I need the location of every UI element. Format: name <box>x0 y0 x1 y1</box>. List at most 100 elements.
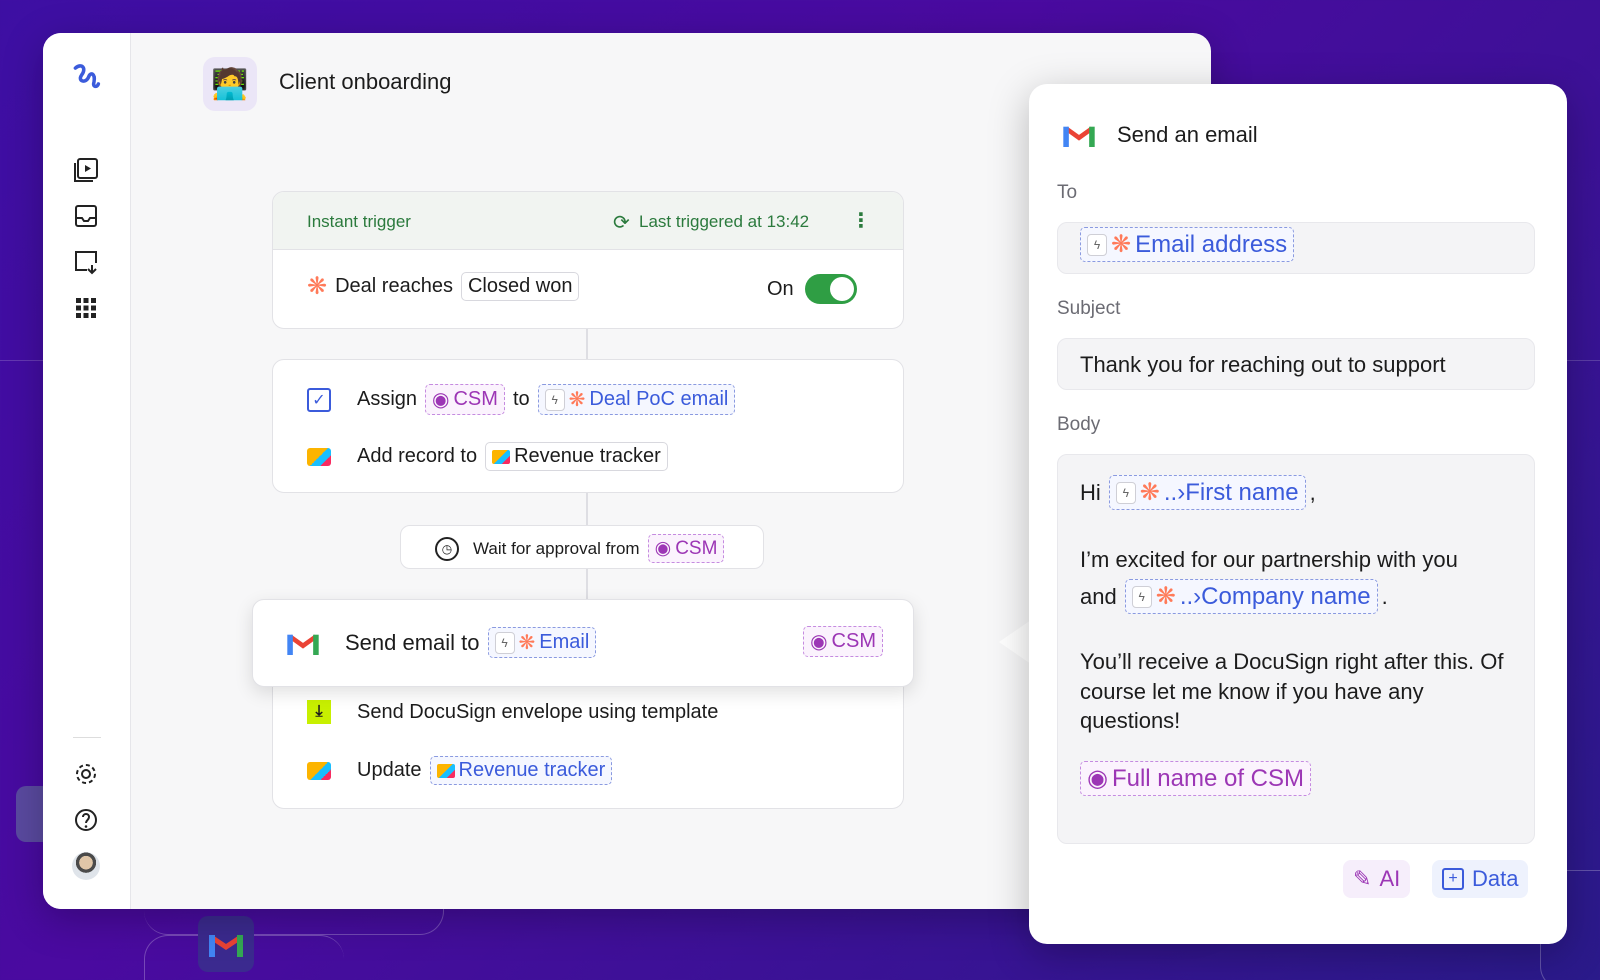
flow-connector <box>586 329 588 359</box>
data-button-label: Data <box>1472 866 1519 891</box>
page-title: Client onboarding <box>279 69 452 94</box>
send-email-text: Send email to <box>345 629 480 655</box>
refresh-icon: ⟳ <box>613 212 630 234</box>
actions-card[interactable]: ✓ Assign ◉ CSM to ϟ ❋ Deal PoC email Add re… <box>272 359 904 493</box>
flow-connector <box>586 493 588 525</box>
sidebar <box>43 33 131 909</box>
body-field[interactable]: Hi ϟ ❋ ..›First name , I’m excited for our… <box>1057 454 1535 844</box>
body-line-3: and ϟ ❋ ..›Company name . <box>1080 579 1388 614</box>
email-address-label: Email address <box>1135 230 1288 258</box>
media-library-icon[interactable] <box>71 155 101 185</box>
user-circle-icon: ◉ <box>1087 765 1108 792</box>
deal-poc-token[interactable]: ϟ ❋ Deal PoC email <box>537 384 736 415</box>
hubspot-icon: ❋ <box>1111 231 1132 258</box>
csm-token[interactable]: ◉ CSM <box>425 384 505 415</box>
inbox-icon[interactable] <box>71 201 101 231</box>
company-name-label: ..›Company name <box>1179 582 1371 610</box>
subject-label: Subject <box>1057 298 1121 319</box>
send-email-token[interactable]: ϟ ❋ Email <box>487 627 597 658</box>
user-avatar[interactable] <box>71 851 101 881</box>
csm-token-label: CSM <box>453 388 498 410</box>
docusign-text: Send DocuSign envelope using template <box>357 700 719 723</box>
first-name-token[interactable]: ϟ ❋ ..›First name <box>1108 475 1306 510</box>
bolt-icon: ϟ <box>494 631 515 654</box>
user-circle-icon: ◉ <box>432 389 450 411</box>
body-label: Body <box>1057 414 1101 435</box>
screen-share-icon[interactable] <box>71 247 101 277</box>
airtable-icon <box>492 449 511 464</box>
apps-grid-icon[interactable] <box>71 293 101 323</box>
panel-pointer <box>999 620 1031 664</box>
more-options-icon[interactable]: ⋮ <box>851 208 871 233</box>
airtable-icon <box>307 447 331 466</box>
update-revenue-token[interactable]: Revenue tracker <box>429 756 613 785</box>
bolt-icon: ϟ <box>544 388 565 411</box>
trigger-label: Instant trigger <box>307 212 411 231</box>
revenue-tracker-token[interactable]: Revenue tracker <box>485 442 668 471</box>
user-circle-icon: ◉ <box>654 538 672 559</box>
csm-signature-token[interactable]: ◉ Full name of CSM <box>1080 761 1312 796</box>
body-line-1: Hi ϟ ❋ ..›First name , <box>1080 475 1316 510</box>
send-email-owner-token[interactable]: ◉ CSM <box>803 626 883 657</box>
data-button[interactable]: + Data <box>1432 860 1529 898</box>
email-address-token[interactable]: ϟ ❋ Email address <box>1080 227 1295 262</box>
plus-box-icon: + <box>1442 868 1464 890</box>
flow-connector <box>586 569 588 601</box>
download-icon: ⤓ <box>307 700 331 724</box>
gmail-icon <box>1063 126 1095 147</box>
to-field[interactable]: ϟ ❋ Email address <box>1057 222 1535 274</box>
hubspot-icon: ❋ <box>518 632 536 654</box>
bolt-icon: ϟ <box>1115 481 1136 504</box>
airtable-icon <box>307 761 331 780</box>
subject-value: Thank you for reaching out to support <box>1080 352 1446 377</box>
send-email-owner-label: CSM <box>831 630 876 652</box>
user-circle-icon: ◉ <box>810 631 828 653</box>
wait-for-approval-card[interactable]: ◷ Wait for approval from ◉ CSM <box>400 525 764 569</box>
body-paragraph: You’ll receive a DocuSign right after th… <box>1080 649 1504 734</box>
trigger-card[interactable]: Instant trigger ⟳ Last triggered at 13:4… <box>272 191 904 329</box>
trigger-toggle[interactable] <box>805 274 857 304</box>
update-revenue-label: Revenue tracker <box>458 759 606 781</box>
ai-button-label: AI <box>1379 866 1401 891</box>
bolt-icon: ϟ <box>1087 233 1107 256</box>
revenue-tracker-label: Revenue tracker <box>514 445 661 467</box>
trigger-text: Deal reaches <box>335 275 453 297</box>
workflow-avatar-icon: 🧑‍💻 <box>203 57 257 111</box>
ai-button[interactable]: ✎ AI <box>1343 860 1411 898</box>
bolt-icon: ϟ <box>1131 585 1152 608</box>
hubspot-icon: ❋ <box>1139 479 1160 506</box>
hubspot-icon: ❋ <box>307 273 328 300</box>
settings-gear-icon[interactable] <box>71 759 101 789</box>
panel-title: Send an email <box>1117 122 1258 147</box>
trigger-value-token[interactable]: Closed won <box>460 272 580 301</box>
send-email-card[interactable]: Send email to ϟ ❋ Email ◉ CSM <box>252 599 914 687</box>
to-label: To <box>1057 182 1078 203</box>
docusign-update-card[interactable]: ⤓ Send DocuSign envelope using template … <box>272 669 904 809</box>
help-icon[interactable] <box>71 805 101 835</box>
wait-csm-token[interactable]: ◉ CSM <box>647 534 725 563</box>
gmail-icon <box>287 634 319 655</box>
checkbox-icon: ✓ <box>307 387 331 412</box>
send-email-token-label: Email <box>539 631 590 653</box>
and-word: and <box>1080 583 1117 609</box>
assign-label: Assign <box>357 388 418 410</box>
floating-gmail-tile <box>198 916 254 972</box>
to-label: to <box>512 388 530 410</box>
clock-icon: ◷ <box>435 536 459 561</box>
hubspot-icon: ❋ <box>1155 583 1176 610</box>
panel-header: Send an email <box>1063 122 1258 148</box>
last-triggered-text: Last triggered at 13:42 <box>639 212 810 231</box>
airtable-icon <box>436 763 455 778</box>
email-config-panel: Send an email To ϟ ❋ Email address Subject… <box>1029 84 1567 944</box>
body-line-2: I’m excited for our partnership with you <box>1080 547 1458 572</box>
wait-csm-label: CSM <box>675 537 718 559</box>
app-logo-icon[interactable] <box>71 61 101 91</box>
subject-field[interactable]: Thank you for reaching out to support <box>1057 338 1535 390</box>
comma: , <box>1309 479 1316 505</box>
company-name-token[interactable]: ϟ ❋ ..›Company name <box>1124 579 1378 614</box>
greeting: Hi <box>1080 479 1101 505</box>
magic-wand-icon: ✎ <box>1353 866 1372 891</box>
trigger-header: Instant trigger ⟳ Last triggered at 13:4… <box>273 192 903 250</box>
hubspot-icon: ❋ <box>568 389 586 411</box>
deal-poc-label: Deal PoC email <box>589 388 729 410</box>
